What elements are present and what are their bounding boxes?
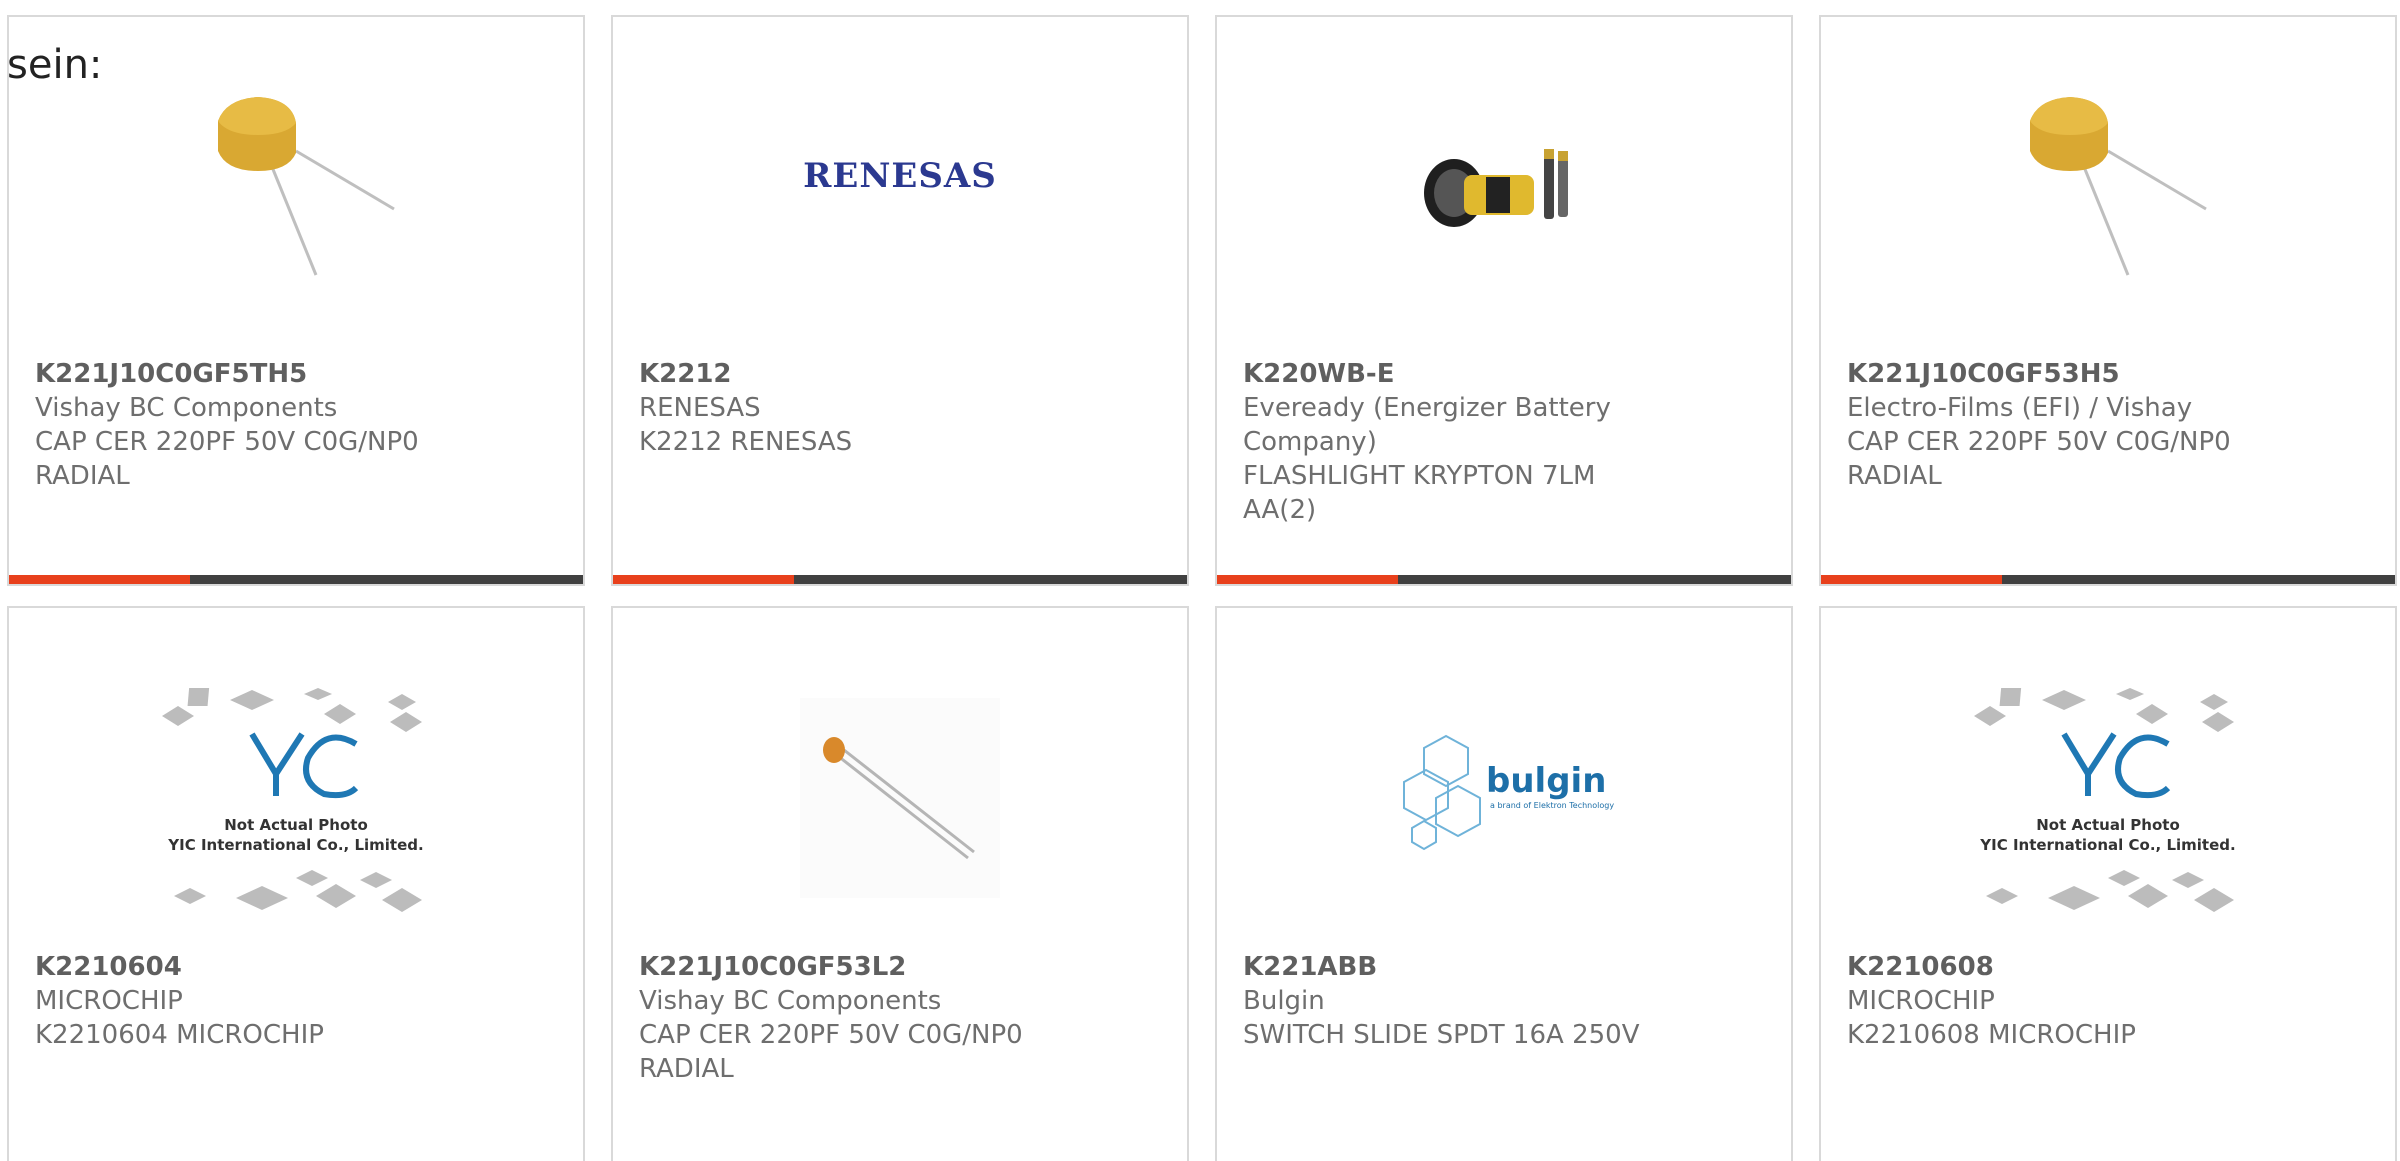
part-number[interactable]: K221J10C0GF53H5 xyxy=(1847,357,2307,391)
product-grid-page: sein: K221J10C0GF5TH5 Vishay BC Componen… xyxy=(0,0,2400,1161)
manufacturer: Vishay BC Components xyxy=(639,986,942,1016)
description: K2210608 MICROCHIP xyxy=(1847,1020,2136,1050)
part-number[interactable]: K2210604 xyxy=(35,950,495,984)
svg-text:YIC International Co., Limited: YIC International Co., Limited. xyxy=(167,836,423,854)
part-number[interactable]: K2210608 xyxy=(1847,950,2307,984)
manufacturer: MICROCHIP xyxy=(1847,986,1995,1016)
manufacturer: Bulgin xyxy=(1243,986,1325,1016)
svg-text:YIC International Co., Limited: YIC International Co., Limited. xyxy=(1979,836,2235,854)
description: CAP CER 220PF 50V C0G/NP0 xyxy=(639,1020,1023,1050)
description: K2210604 MICROCHIP xyxy=(35,1020,324,1050)
product-card[interactable]: K221J10C0GF5TH5 Vishay BC Components CAP… xyxy=(7,15,585,586)
svg-text:bulgin: bulgin xyxy=(1486,761,1606,801)
card-accent-bar xyxy=(613,575,1187,584)
manufacturer: MICROCHIP xyxy=(35,986,183,1016)
product-info: K2212 RENESAS K2212 RENESAS xyxy=(639,357,1099,459)
product-card[interactable]: Not Actual Photo YIC International Co., … xyxy=(7,606,585,1161)
product-info: K221J10C0GF5TH5 Vishay BC Components CAP… xyxy=(35,357,495,493)
description-cont: RADIAL xyxy=(639,1054,734,1084)
product-info: K220WB-E Eveready (Energizer Battery Com… xyxy=(1243,357,1703,527)
lead-text: sein: xyxy=(7,42,103,88)
card-accent-bar xyxy=(1821,575,2395,584)
manufacturer: Vishay BC Components xyxy=(35,393,338,423)
capacitor-radial-image[interactable] xyxy=(196,79,396,279)
part-number[interactable]: K2212 xyxy=(639,357,1099,391)
description: CAP CER 220PF 50V C0G/NP0 xyxy=(35,427,419,457)
svg-text:RENESAS: RENESAS xyxy=(803,156,997,196)
yic-placeholder-image[interactable]: Not Actual Photo YIC International Co., … xyxy=(156,678,436,918)
product-info: K2210604 MICROCHIP K2210604 MICROCHIP xyxy=(35,950,495,1052)
product-info: K221J10C0GF53L2 Vishay BC Components CAP… xyxy=(639,950,1099,1086)
product-card[interactable]: K221J10C0GF53L2 Vishay BC Components CAP… xyxy=(611,606,1189,1161)
product-info: K2210608 MICROCHIP K2210608 MICROCHIP xyxy=(1847,950,2307,1052)
description: FLASHLIGHT KRYPTON 7LM xyxy=(1243,461,1596,491)
product-card[interactable]: RENESAS K2212 RENESAS K2212 RENESAS xyxy=(611,15,1189,586)
part-number[interactable]: K221J10C0GF5TH5 xyxy=(35,357,495,391)
product-info: K221J10C0GF53H5 Electro-Films (EFI) / Vi… xyxy=(1847,357,2307,493)
product-info: K221ABB Bulgin SWITCH SLIDE SPDT 16A 250… xyxy=(1243,950,1703,1052)
svg-text:Not Actual Photo: Not Actual Photo xyxy=(224,816,368,834)
bulgin-logo-image[interactable]: bulgin a brand of Elektron Technology xyxy=(1364,678,1644,918)
description: CAP CER 220PF 50V C0G/NP0 xyxy=(1847,427,2231,457)
card-accent-bar xyxy=(1217,575,1791,584)
manufacturer: Electro-Films (EFI) / Vishay xyxy=(1847,393,2193,423)
svg-text:a brand of Elektron Technology: a brand of Elektron Technology xyxy=(1490,801,1614,810)
product-card[interactable]: K221J10C0GF53H5 Electro-Films (EFI) / Vi… xyxy=(1819,15,2397,586)
part-number[interactable]: K221J10C0GF53L2 xyxy=(639,950,1099,984)
description-cont: RADIAL xyxy=(1847,461,1942,491)
product-card[interactable]: bulgin a brand of Elektron Technology K2… xyxy=(1215,606,1793,1161)
manufacturer: Eveready (Energizer Battery xyxy=(1243,393,1611,423)
ceramic-capacitor-image[interactable] xyxy=(760,678,1040,918)
description-cont: AA(2) xyxy=(1243,495,1317,525)
description: K2212 RENESAS xyxy=(639,427,853,457)
description: SWITCH SLIDE SPDT 16A 250V xyxy=(1243,1020,1640,1050)
part-number[interactable]: K221ABB xyxy=(1243,950,1703,984)
card-accent-bar xyxy=(9,575,583,584)
svg-text:Not Actual Photo: Not Actual Photo xyxy=(2036,816,2180,834)
yic-placeholder-image[interactable]: Not Actual Photo YIC International Co., … xyxy=(1968,678,2248,918)
capacitor-radial-image[interactable] xyxy=(2008,79,2208,279)
part-number[interactable]: K220WB-E xyxy=(1243,357,1703,391)
description-cont: RADIAL xyxy=(35,461,130,491)
manufacturer: RENESAS xyxy=(639,393,761,423)
manufacturer-cont: Company) xyxy=(1243,427,1377,457)
product-card[interactable]: Not Actual Photo YIC International Co., … xyxy=(1819,606,2397,1161)
renesas-logo-image[interactable]: RENESAS xyxy=(800,79,1000,279)
product-card[interactable]: K220WB-E Eveready (Energizer Battery Com… xyxy=(1215,15,1793,586)
flashlight-image[interactable] xyxy=(1404,79,1604,279)
